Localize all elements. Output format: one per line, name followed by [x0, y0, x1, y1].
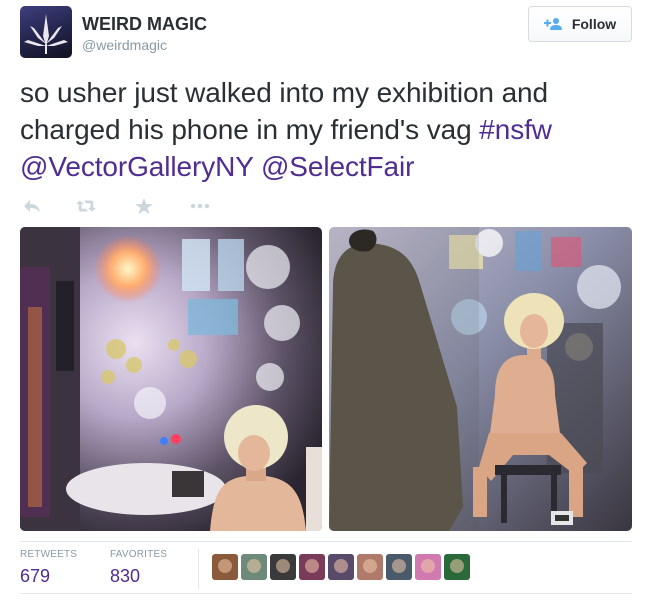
favoriter-avatar[interactable]: [386, 554, 412, 580]
tweet-actions: [22, 196, 210, 216]
gallery-photo-image: [20, 227, 322, 531]
favoriter-avatar[interactable]: [415, 554, 441, 580]
cannabis-leaf-logo-icon: [24, 14, 68, 54]
favoriter-avatar[interactable]: [328, 554, 354, 580]
tweet-text: so usher just walked into my exhibition …: [20, 74, 632, 185]
mention-link-selectfair[interactable]: @SelectFair: [261, 151, 414, 182]
retweets-stat[interactable]: RETWEETS 679: [20, 549, 77, 587]
tweet-body-text: so usher just walked into my exhibition …: [20, 77, 548, 145]
favorites-count: 830: [110, 566, 141, 586]
retweet-icon[interactable]: [76, 196, 96, 216]
favorites-stat[interactable]: FAVORITES 830: [110, 549, 167, 587]
favoriter-avatars: [212, 554, 470, 580]
favorites-label: FAVORITES: [110, 549, 168, 560]
tweet-photo-1[interactable]: [20, 227, 322, 531]
more-dots-icon[interactable]: [190, 196, 210, 216]
account-name[interactable]: WEIRD MAGIC: [82, 14, 207, 35]
retweets-count: 679: [20, 566, 51, 586]
favoriter-avatar[interactable]: [270, 554, 296, 580]
stats-separator: [198, 549, 199, 589]
favoriter-avatar[interactable]: [212, 554, 238, 580]
reply-icon[interactable]: [22, 196, 42, 216]
retweets-label: RETWEETS: [20, 549, 78, 560]
stats-top-divider: [20, 541, 632, 542]
mention-link-vectorgallery[interactable]: @VectorGalleryNY: [20, 151, 253, 182]
favoriter-avatar[interactable]: [299, 554, 325, 580]
follow-button-label: Follow: [571, 16, 617, 32]
tweet-header: WEIRD MAGIC @weirdmagic Follow: [20, 6, 632, 62]
hashtag-link[interactable]: #nsfw: [479, 114, 552, 145]
account-handle[interactable]: @weirdmagic: [82, 37, 167, 53]
follow-button[interactable]: Follow: [528, 6, 632, 42]
account-avatar[interactable]: [20, 6, 72, 58]
stats-bottom-divider: [20, 593, 632, 594]
favoriter-avatar[interactable]: [444, 554, 470, 580]
favorite-star-icon[interactable]: [134, 196, 154, 216]
favoriter-avatar[interactable]: [357, 554, 383, 580]
favoriter-avatar[interactable]: [241, 554, 267, 580]
tweet-photo-2[interactable]: [329, 227, 632, 531]
gallery-photo-image: [329, 227, 632, 531]
follow-person-plus-icon: [543, 17, 564, 31]
